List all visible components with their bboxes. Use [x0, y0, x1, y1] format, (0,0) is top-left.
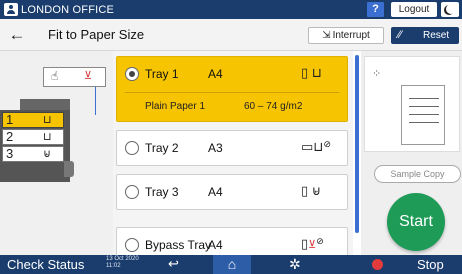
user-icon — [4, 3, 18, 16]
doc-line — [409, 98, 439, 99]
datetime: 13 Oct 2020 11:02 — [106, 256, 139, 270]
tray-option-1[interactable]: Tray 1 A4 ▯ ⊔ Plain Paper 1 60 – 74 g/m2 — [116, 56, 348, 122]
tray-name: Tray 1 — [145, 67, 179, 81]
office-label: LONDON OFFICE — [4, 2, 114, 17]
office-name: LONDON OFFICE — [21, 3, 115, 16]
tray-paper-size: A4 — [208, 185, 223, 199]
interrupt-icon: ⇲ — [322, 30, 331, 41]
bottom-bar: Check Status 13 Oct 2020 11:02 ↩ ⌂ ✲ Sto… — [0, 255, 462, 274]
stop-icon[interactable] — [372, 259, 383, 270]
date: 13 Oct 2020 — [106, 256, 139, 262]
radio-button[interactable] — [125, 238, 139, 252]
tray-name: Bypass Tray — [145, 238, 212, 252]
diagram-tray-3[interactable]: 3 ⊌ — [2, 146, 64, 162]
radio-button[interactable] — [125, 141, 139, 155]
bypass-tray-side — [64, 161, 74, 177]
tray-name: Tray 3 — [145, 185, 179, 199]
interrupt-button[interactable]: ⇲ Interrupt — [308, 27, 384, 44]
paper-tray-icon: ▭⊔⊘ — [301, 139, 331, 154]
printer-top — [20, 99, 70, 110]
paper-weight: 60 – 74 g/m2 — [244, 101, 303, 112]
paper-select-indicator: ☝ ⊻ — [43, 67, 106, 87]
tray-icon: ⊌ — [43, 148, 52, 160]
diagram-tray-number: 2 — [6, 129, 14, 144]
divider — [125, 92, 339, 93]
connector-line — [95, 87, 96, 115]
home-icon[interactable]: ⌂ — [213, 255, 251, 274]
diagram-tray-number: 1 — [6, 112, 14, 127]
document-preview — [401, 85, 445, 145]
start-button[interactable]: Start — [387, 193, 445, 251]
reset-label: Reset — [423, 30, 450, 41]
tray-option-2[interactable]: Tray 2 A3 ▭⊔⊘ — [116, 130, 348, 166]
diagram-tray-1[interactable]: 1 ⊔ — [2, 112, 64, 128]
doc-line — [409, 122, 439, 123]
help-button[interactable]: ? — [367, 2, 384, 17]
scrollbar[interactable] — [355, 55, 359, 233]
tray-icon: ⊔ — [43, 131, 52, 143]
printer-illustration: 1 ⊔ 2 ⊔ 3 ⊌ — [0, 99, 74, 182]
moon-icon — [446, 4, 456, 14]
page-title: Fit to Paper Size — [48, 27, 145, 42]
stop-button[interactable]: Stop — [417, 257, 444, 272]
doc-line — [409, 114, 439, 115]
paper-tray-icon: ▯ ⊔ — [301, 65, 322, 80]
time: 11:02 — [106, 263, 121, 269]
sample-copy-button[interactable]: Sample Copy — [374, 165, 461, 183]
title-bar: ← Fit to Paper Size ⇲ Interrupt ⁄⁄ Reset — [0, 19, 462, 51]
tray-option-3[interactable]: Tray 3 A4 ▯ ⊌ — [116, 174, 348, 210]
back-arrow-icon[interactable]: ↩ — [168, 256, 179, 272]
radio-button[interactable] — [125, 67, 139, 81]
back-button[interactable]: ← — [8, 26, 26, 44]
top-bar: LONDON OFFICE ? Logout — [0, 0, 462, 19]
paper-tray-icon: ▯⊻⊘ — [301, 236, 324, 251]
tray-paper-size: A4 — [208, 238, 223, 252]
diagram-tray-2[interactable]: 2 ⊔ — [2, 129, 64, 145]
tray-paper-size: A3 — [208, 141, 223, 155]
diagram-tray-number: 3 — [6, 146, 14, 161]
radio-button[interactable] — [125, 185, 139, 199]
doc-line — [409, 106, 439, 107]
paper-tray-icon: ▯ ⊌ — [301, 183, 322, 198]
tray-option-bypass[interactable]: Bypass Tray A4 ▯⊻⊘ — [116, 227, 348, 255]
preview-frame: ⁘ — [364, 56, 460, 152]
tray-name: Tray 2 — [145, 141, 179, 155]
preview-panel: ⁘ Sample Copy Start — [361, 51, 462, 255]
bypass-tray-icon: ⊻ — [84, 70, 93, 82]
tray-paper-size: A4 — [208, 67, 223, 81]
machine-diagram: ☝ ⊻ 1 ⊔ 2 ⊔ 3 ⊌ — [0, 51, 113, 255]
check-status-button[interactable]: Check Status — [7, 257, 84, 272]
interrupt-label: Interrupt — [332, 30, 370, 41]
gear-icon[interactable]: ✲ — [289, 255, 301, 274]
logout-button[interactable]: Logout — [391, 2, 437, 17]
tray-list: Tray 1 A4 ▯ ⊔ Plain Paper 1 60 – 74 g/m2… — [113, 51, 353, 255]
menu-dots-icon[interactable]: ⁘ — [372, 67, 381, 80]
tray-icon: ⊔ — [43, 114, 52, 126]
hand-icon: ☝ — [51, 69, 59, 83]
reset-button[interactable]: ⁄⁄ Reset — [391, 27, 459, 44]
energy-saver-button[interactable] — [441, 2, 459, 17]
paper-type: Plain Paper 1 — [145, 101, 206, 112]
reset-icon: ⁄⁄ — [398, 29, 402, 41]
